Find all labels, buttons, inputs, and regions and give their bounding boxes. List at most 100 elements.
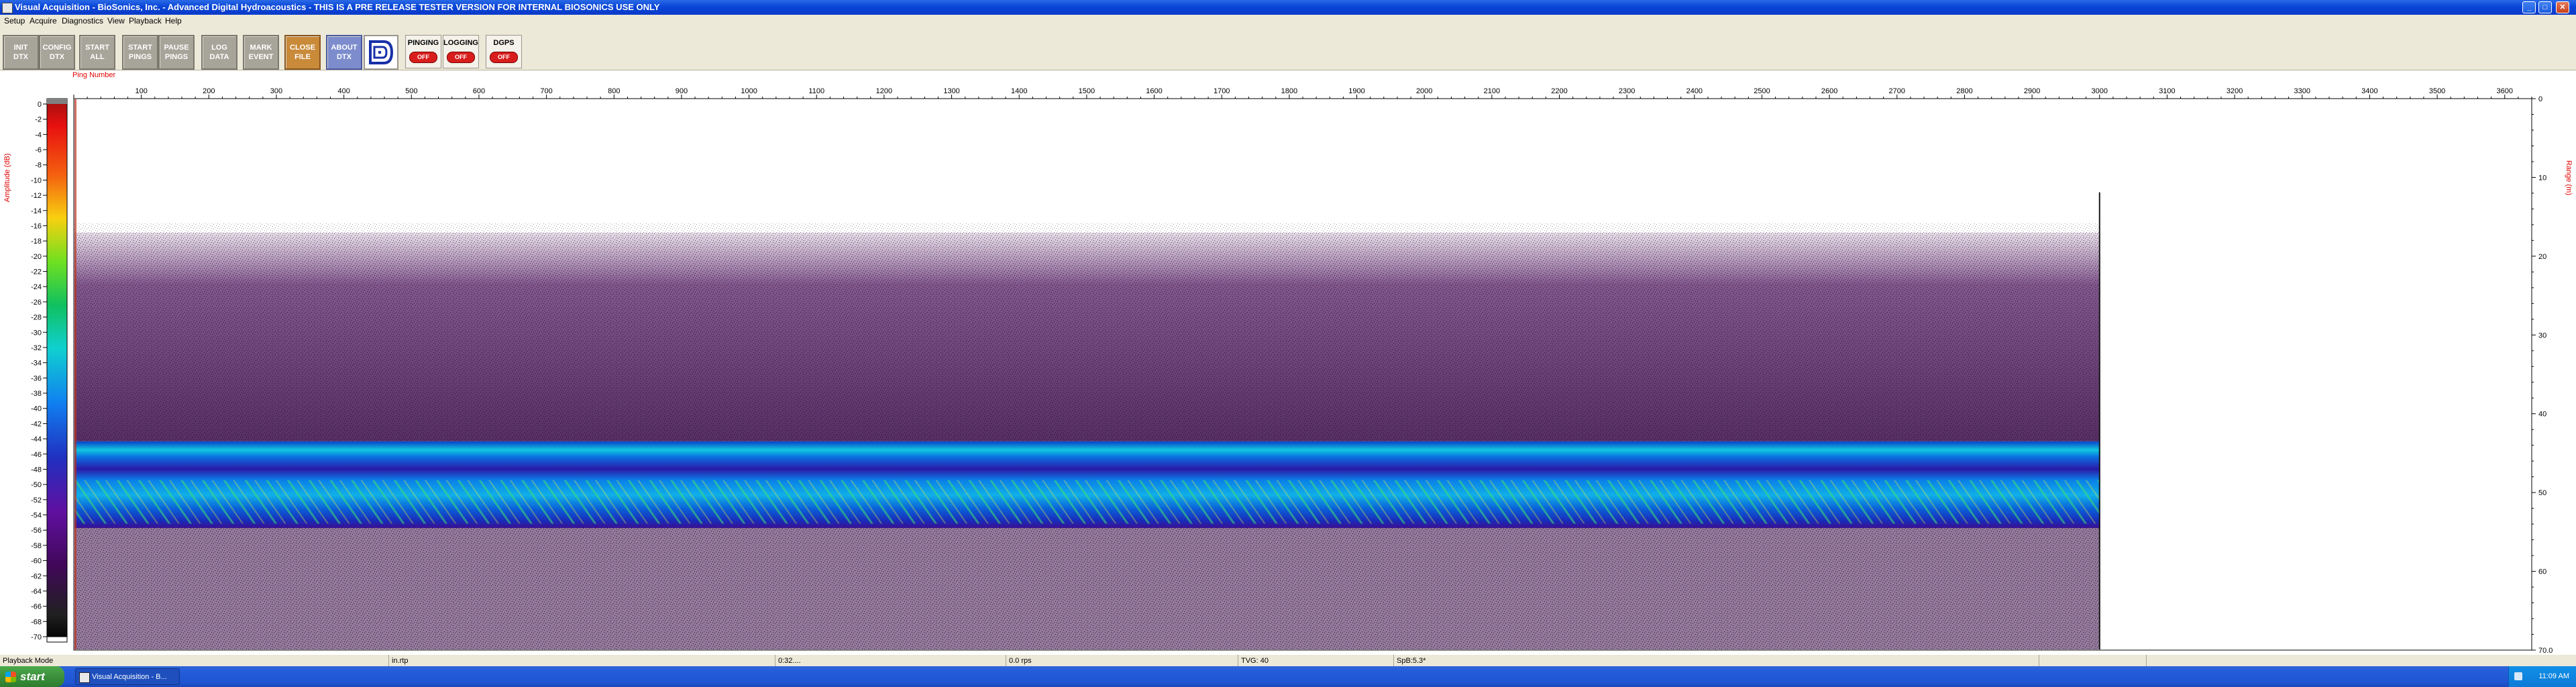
amplitude-ticks: 0 -2 -4 -6 -8 -10 -12 -14 -16 -18 -20 -22 -24 -26 -28 -…	[31, 101, 47, 641]
range-tick-label: 20	[2538, 253, 2546, 261]
amplitude-tick-label: -44	[31, 435, 42, 443]
dgps-label: DGPS	[493, 39, 515, 47]
menu-setup[interactable]: Setup	[4, 16, 25, 25]
ping-tick-label: 3300	[2294, 87, 2310, 95]
range-tick-label: 50	[2538, 489, 2546, 497]
amplitude-tick-label: -14	[31, 207, 42, 215]
start-edge-echo	[74, 99, 76, 649]
water-column-speckle	[74, 232, 2100, 441]
amplitude-tick-label: -64	[31, 588, 42, 596]
ping-tick-label: 1500	[1079, 87, 1095, 95]
ping-tick-label: 3200	[2226, 87, 2243, 95]
ping-tick-label: 2100	[1484, 87, 1500, 95]
range-tick-label: 40	[2538, 411, 2546, 419]
biosonics-logo-icon	[369, 40, 394, 64]
amplitude-tick-label: -22	[31, 268, 42, 276]
logging-label: LOGGING	[443, 39, 478, 47]
about-dtx-button[interactable]: ABOUT DTX	[326, 35, 362, 70]
menu-help[interactable]: Help	[165, 16, 182, 25]
amplitude-tick-label: -20	[31, 253, 42, 261]
taskbar: start Visual Acquisition - B... 11:09 AM	[0, 666, 2576, 687]
ping-tick-label: 1900	[1348, 87, 1364, 95]
amplitude-tick-label: -36	[31, 374, 42, 382]
ping-tick-label: 2800	[1956, 87, 1972, 95]
amplitude-tick-label: -54	[31, 512, 42, 520]
bottom-echo-streaks	[74, 480, 2100, 524]
start-pings-button[interactable]: START PINGS	[122, 35, 158, 70]
window-title: Visual Acquisition - BioSonics, Inc. - A…	[15, 2, 660, 12]
echogram-svg[interactable]: Ping Number Amplitude (dB) Range (m) 0 -2…	[0, 70, 2576, 654]
title-bar: Visual Acquisition - BioSonics, Inc. - A…	[0, 0, 2576, 15]
amplitude-tick-label: -2	[35, 116, 42, 124]
start-label: start	[20, 670, 45, 683]
ping-tick-label: 1800	[1281, 87, 1297, 95]
pause-pings-button[interactable]: PAUSE PINGS	[158, 35, 195, 70]
pinging-label: PINGING	[407, 39, 439, 47]
amplitude-tick-label: 0	[38, 101, 42, 109]
range-tick-label: 60	[2538, 568, 2546, 576]
amplitude-tick-label: -24	[31, 283, 42, 291]
ping-tick-label: 2500	[1754, 87, 1770, 95]
ping-tick-label: 1700	[1214, 87, 1230, 95]
amplitude-tick-label: -8	[35, 162, 42, 170]
range-ticks: 0 10 20 30 40 50 60 70.0	[2532, 95, 2553, 654]
amplitude-tick-label: -26	[31, 299, 42, 307]
ping-tick-label: 2000	[1416, 87, 1432, 95]
start-all-button[interactable]: START ALL	[79, 35, 115, 70]
ping-tick-label: 3500	[2429, 87, 2445, 95]
ping-tick-label: 1200	[876, 87, 892, 95]
menu-view[interactable]: View	[107, 16, 125, 25]
mark-event-button[interactable]: MARK EVENT	[243, 35, 279, 70]
dgps-indicator: DGPS OFF	[486, 35, 522, 68]
amplitude-colorbar-bottom	[46, 636, 68, 643]
maximize-button[interactable]: □	[2538, 1, 2552, 13]
amplitude-tick-label: -16	[31, 222, 42, 230]
close-file-button[interactable]: CLOSE FILE	[284, 35, 321, 70]
ping-tick-label: 600	[473, 87, 485, 95]
biosonics-logo-button[interactable]	[364, 35, 398, 70]
surface-speckle	[74, 223, 2100, 233]
ping-tick-label: 2600	[1821, 87, 1837, 95]
status-time: 0:32....	[775, 655, 1006, 667]
amplitude-tick-label: -4	[35, 131, 42, 139]
pinging-state: OFF	[409, 52, 437, 63]
status-empty-1	[2039, 655, 2147, 667]
network-icon[interactable]	[2514, 672, 2522, 680]
status-bar: Playback Mode in.rtp 0:32.... 0.0 rps TV…	[0, 654, 2576, 667]
menu-diagnostics[interactable]: Diagnostics	[62, 16, 103, 25]
clock: 11:09 AM	[2538, 672, 2569, 680]
menu-playback[interactable]: Playback	[129, 16, 162, 25]
log-data-button[interactable]: LOG DATA	[201, 35, 237, 70]
amplitude-tick-label: -34	[31, 360, 42, 368]
amplitude-tick-label: -50	[31, 481, 42, 489]
status-tvg: TVG: 40	[1238, 655, 1394, 667]
start-button[interactable]: start	[0, 666, 64, 687]
ping-tick-label: 1600	[1146, 87, 1162, 95]
init-dtx-button[interactable]: INIT DTX	[3, 35, 39, 70]
amplitude-tick-label: -52	[31, 496, 42, 505]
ping-tick-label: 3100	[2159, 87, 2175, 95]
ping-tick-label: 3400	[2361, 87, 2377, 95]
ping-ticks: 100 200 300 400 500 600 700 800 900 1000 1100 1200 1…	[73, 87, 2532, 99]
status-spb: SpB:5.3*	[1394, 655, 2039, 667]
ping-tick-label: 400	[337, 87, 350, 95]
ping-tick-label: 800	[608, 87, 620, 95]
ping-tick-label: 700	[540, 87, 552, 95]
top-axis-label: Ping Number	[72, 71, 116, 79]
windows-flag-icon	[5, 672, 16, 682]
amplitude-colorbar	[46, 98, 68, 643]
amplitude-tick-label: -32	[31, 344, 42, 352]
minimize-button[interactable]: _	[2522, 1, 2536, 13]
app-window-icon	[79, 672, 90, 683]
amplitude-tick-label: -42	[31, 420, 42, 428]
config-dtx-button[interactable]: CONFIG DTX	[39, 35, 75, 70]
close-button[interactable]: ✕	[2556, 1, 2569, 13]
menu-bar: Setup Acquire Diagnostics View Playback …	[0, 15, 2576, 27]
ping-tick-label: 2300	[1619, 87, 1635, 95]
taskbar-item-visual-acquisition[interactable]: Visual Acquisition - B...	[75, 668, 180, 685]
ping-tick-label: 300	[270, 87, 282, 95]
echogram-panel[interactable]: Ping Number Amplitude (dB) Range (m) 0 -2…	[0, 70, 2576, 654]
amplitude-tick-label: -12	[31, 192, 42, 200]
range-tick-label: 70.0	[2538, 647, 2553, 654]
menu-acquire[interactable]: Acquire	[30, 16, 57, 25]
